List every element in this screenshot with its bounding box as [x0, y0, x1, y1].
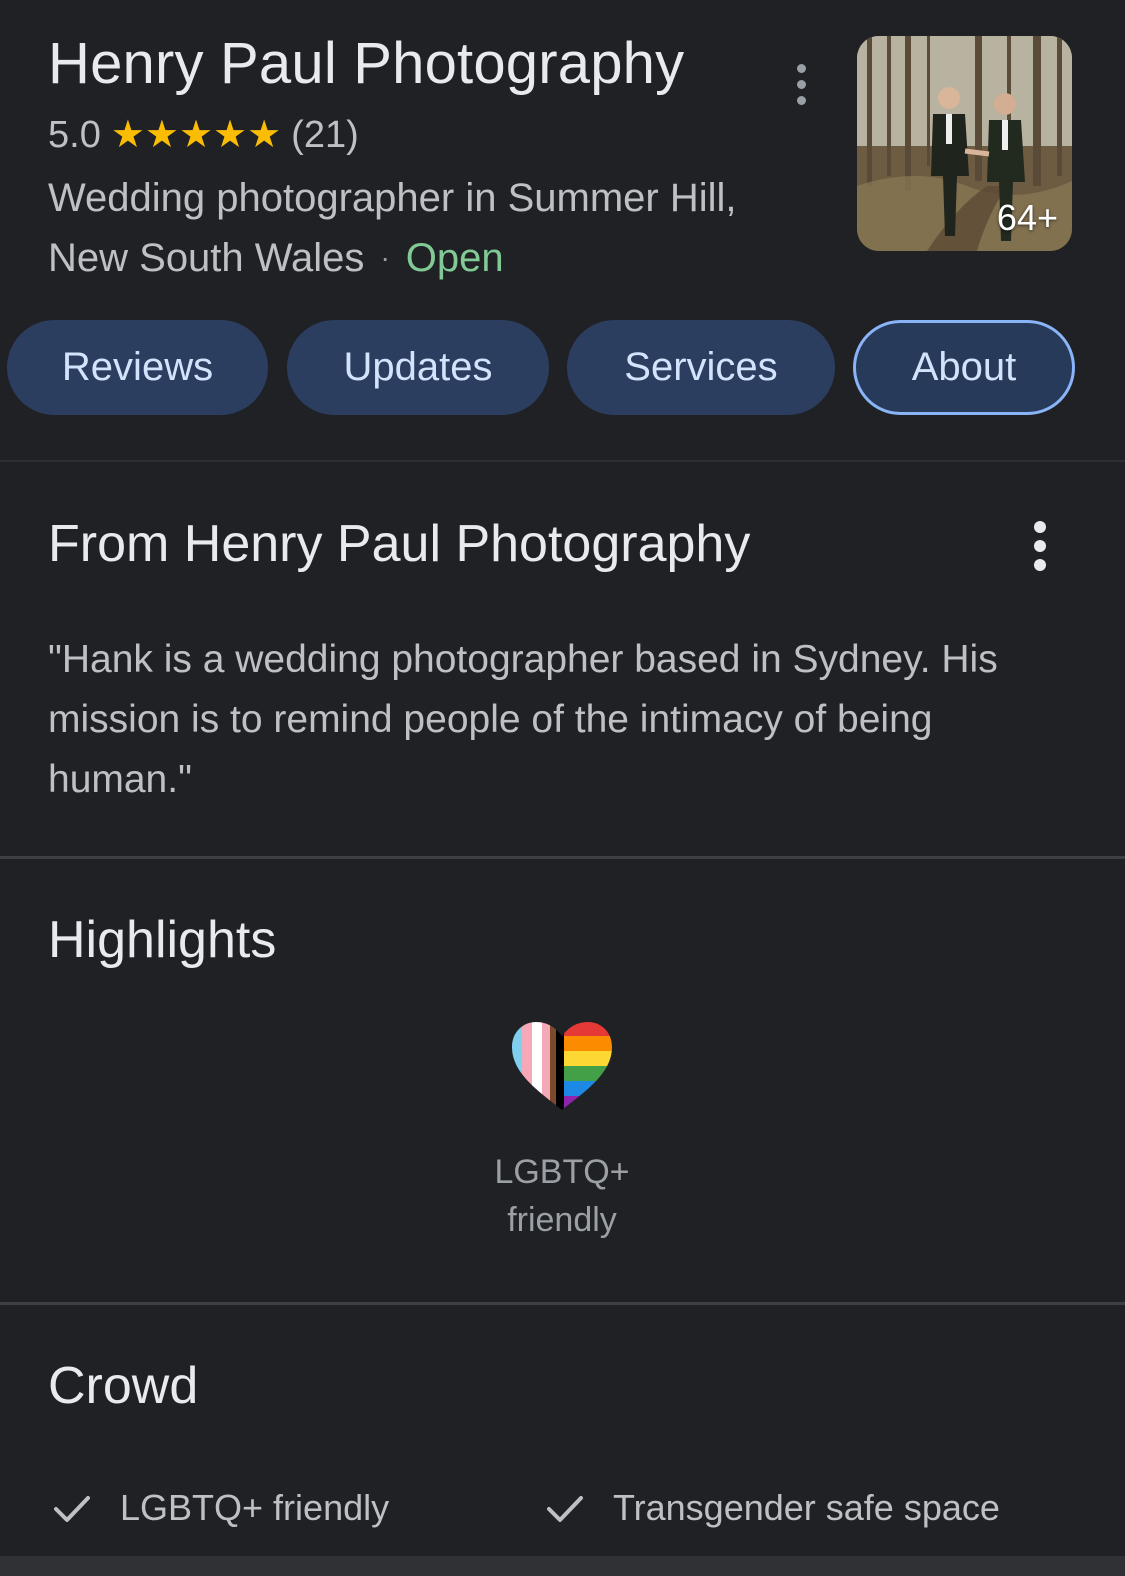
business-category: Wedding photographer in Summer Hill, New… — [48, 168, 768, 292]
more-vert-icon — [1034, 521, 1046, 533]
highlight-label: LGBTQ+ friendly — [494, 1153, 630, 1239]
more-options-button[interactable] — [781, 54, 821, 114]
business-header: Henry Paul Photography 5.0 ★★★★★ (21) We… — [0, 0, 1125, 300]
crowd-item: LGBTQ+ friendly — [52, 1480, 389, 1536]
divider — [0, 460, 1125, 462]
business-description: "Hank is a wedding photographer based in… — [48, 638, 998, 801]
crowd-title: Crowd — [48, 1357, 199, 1415]
divider — [0, 1302, 1125, 1305]
business-title: Henry Paul Photography — [48, 31, 685, 96]
crowd-item-label: LGBTQ+ friendly — [120, 1487, 390, 1528]
tab-services[interactable]: Services — [567, 320, 835, 415]
highlight-item[interactable]: LGBTQ+ friendly — [462, 1020, 662, 1244]
more-vert-icon-dot — [1034, 540, 1046, 552]
review-count: (21) — [291, 113, 359, 156]
separator-dot: · — [380, 242, 390, 273]
more-vert-icon-dot — [1034, 559, 1046, 571]
open-status: Open — [405, 236, 504, 280]
photos-thumbnail[interactable]: 64+ — [857, 36, 1072, 251]
photo-count: 64+ — [996, 197, 1058, 238]
section-more-options-button[interactable] — [1020, 516, 1060, 576]
bottom-edge — [0, 1556, 1125, 1576]
business-profile-page: Henry Paul Photography 5.0 ★★★★★ (21) We… — [0, 0, 1125, 1576]
crowd-item-label: Transgender safe space — [613, 1487, 1000, 1528]
tab-updates[interactable]: Updates — [287, 320, 549, 415]
star-rating-icon: ★★★★★ — [110, 114, 282, 156]
category-text: Wedding photographer in Summer Hill, New… — [48, 176, 737, 280]
crowd-item: Transgender safe space — [545, 1480, 1000, 1536]
rating-value: 5.0 — [48, 113, 101, 156]
from-section-title: From Henry Paul Photography — [48, 515, 751, 573]
more-vert-icon-dot — [796, 79, 806, 89]
tab-reviews[interactable]: Reviews — [7, 320, 268, 415]
more-vert-icon — [796, 63, 806, 73]
check-icon — [54, 1496, 90, 1522]
progress-pride-heart-icon — [512, 1022, 612, 1110]
tab-about[interactable]: About — [853, 320, 1075, 415]
check-icon — [547, 1496, 583, 1522]
highlights-title: Highlights — [48, 911, 277, 969]
rating-row[interactable]: 5.0 ★★★★★ (21) — [48, 110, 359, 160]
divider — [0, 856, 1125, 859]
more-vert-icon-dot — [796, 95, 806, 105]
